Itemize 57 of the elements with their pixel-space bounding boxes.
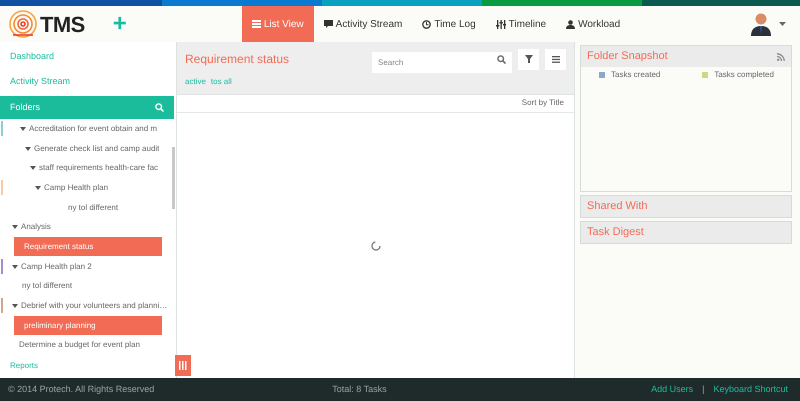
- copyright-text: © 2014 Protech. All Rights Reserved: [8, 382, 154, 396]
- sliders-icon: [496, 20, 506, 28]
- rss-icon[interactable]: [777, 52, 785, 60]
- folder-label[interactable]: Accreditation for event obtain and m: [29, 122, 158, 135]
- panel-title: Shared With: [587, 199, 648, 214]
- nav-tab[interactable]: Workload: [556, 6, 630, 42]
- nav-tab[interactable]: Time Log: [412, 6, 486, 42]
- footer-link[interactable]: Keyboard Shortcut: [713, 382, 788, 396]
- folders-title: Folders: [10, 100, 40, 114]
- folder-label[interactable]: Camp Health plan: [44, 182, 108, 194]
- expand-triangle-icon[interactable]: [30, 166, 36, 170]
- menu-button[interactable]: [545, 48, 566, 70]
- logo-text: TMS: [40, 10, 85, 38]
- avatar-icon[interactable]: [751, 12, 771, 36]
- scrollbar-thumb[interactable]: [172, 147, 175, 209]
- collapse-sidebar-button[interactable]: [175, 355, 191, 376]
- folder-label[interactable]: Generate check list and camp audit: [34, 142, 160, 155]
- folder-item[interactable]: ny tol different: [0, 198, 118, 218]
- logo-icon: [8, 9, 38, 39]
- menu-icon: [552, 56, 560, 62]
- speech-bubble-icon: [324, 20, 333, 28]
- bars-icon: [179, 361, 187, 370]
- expand-triangle-icon[interactable]: [12, 264, 18, 269]
- sort-control[interactable]: Sort by Title: [522, 97, 564, 109]
- nav-tab[interactable]: Activity Stream: [314, 6, 412, 42]
- legend-label: Tasks created: [611, 69, 660, 81]
- expand-triangle-icon[interactable]: [20, 126, 26, 131]
- panel-title: Folder Snapshot: [587, 49, 668, 64]
- folder-label[interactable]: Analysis: [21, 221, 51, 234]
- clock-icon: [422, 20, 432, 28]
- task-total: Total: 8 Tasks: [332, 382, 387, 396]
- caret-icon[interactable]: [779, 22, 786, 26]
- folder-label[interactable]: staff requirements health-care fac: [39, 162, 158, 174]
- expand-triangle-icon[interactable]: [25, 146, 31, 151]
- search-icon[interactable]: [497, 54, 506, 64]
- expand-triangle-icon[interactable]: [35, 186, 41, 190]
- folder-item[interactable]: ny tol different: [0, 276, 72, 296]
- expand-triangle-icon[interactable]: [12, 304, 18, 308]
- footer-link[interactable]: Add Users: [651, 382, 694, 396]
- list-icon: [252, 20, 261, 28]
- separator-text: |: [702, 382, 704, 396]
- folder-label[interactable]: Debrief with your volunteers and planni…: [21, 300, 168, 312]
- filter-button[interactable]: [518, 48, 539, 70]
- folder-item[interactable]: Determine a budget for event plan: [0, 336, 140, 355]
- user-icon: [566, 20, 576, 28]
- filter-icon: [524, 55, 532, 63]
- folder-item[interactable]: Requirement status: [14, 237, 162, 256]
- page-title: Requirement status: [185, 51, 290, 68]
- folder-label[interactable]: Camp Health plan 2: [21, 260, 92, 273]
- folder-item[interactable]: preliminary planning: [14, 316, 162, 336]
- loading-spinner-icon: [370, 240, 380, 250]
- nav-tab[interactable]: List View: [242, 6, 314, 42]
- expand-triangle-icon[interactable]: [12, 225, 18, 230]
- legend-label: Tasks completed: [714, 69, 774, 81]
- nav-tab[interactable]: Timeline: [486, 6, 556, 42]
- search-field[interactable]: Search: [372, 52, 512, 72]
- panel-title: Task Digest: [587, 225, 644, 240]
